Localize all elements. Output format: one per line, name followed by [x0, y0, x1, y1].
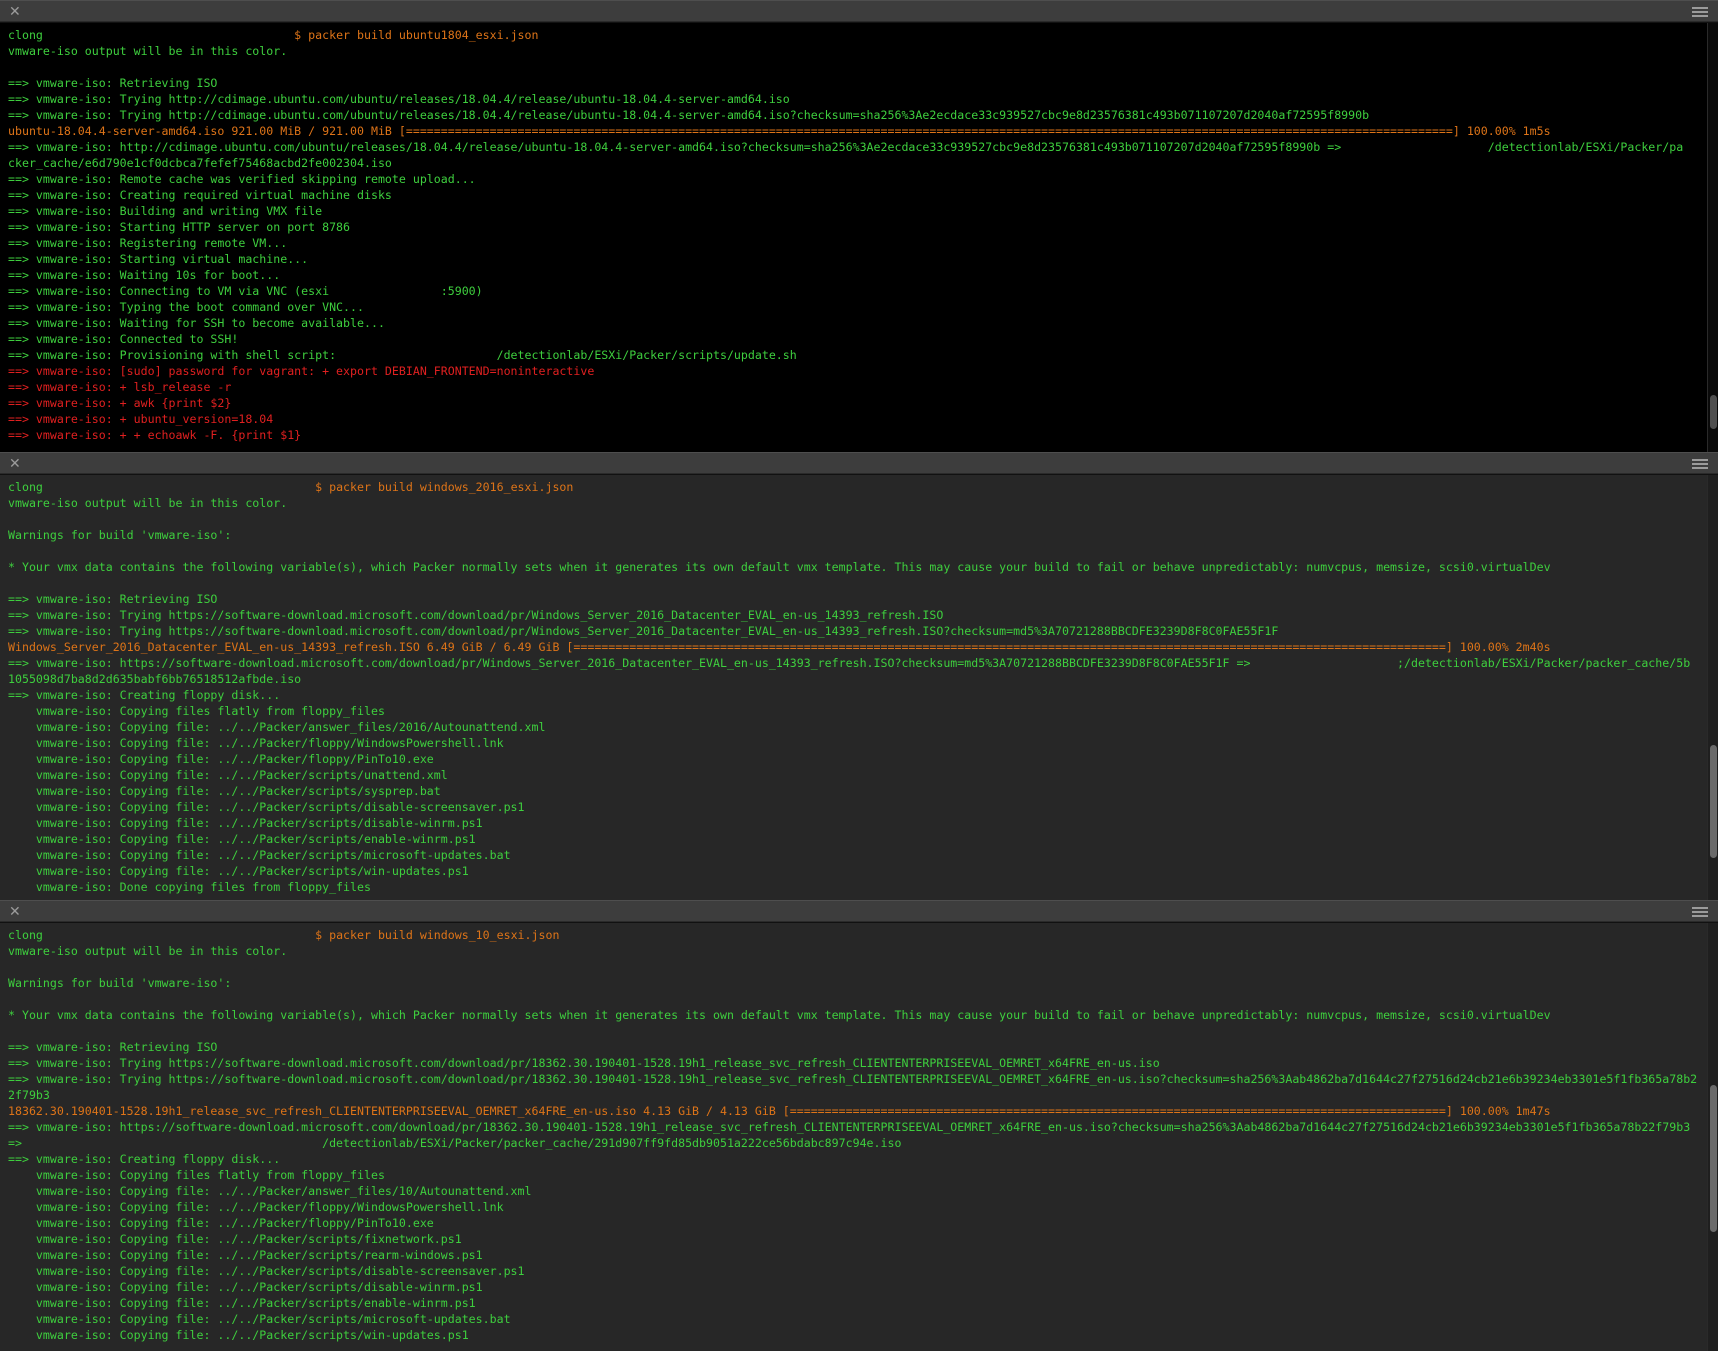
terminal-line: ==> vmware-iso: Trying https://software-… [8, 623, 1707, 639]
terminal-line: ==> vmware-iso: Creating floppy disk... [8, 1151, 1707, 1167]
terminal-line: clong $ packer build windows_10_esxi.jso… [8, 927, 1707, 943]
terminal-pane-windows2016: ✕ clong $ packer build windows_2016_esxi… [0, 452, 1718, 900]
terminal-line: vmware-iso: Copying file: ../../Packer/f… [8, 735, 1707, 751]
terminal-line: ubuntu-18.04.4-server-amd64.iso 921.00 M… [8, 123, 1707, 139]
scrollbar[interactable] [1707, 475, 1718, 900]
hamburger-menu-icon[interactable] [1692, 907, 1708, 917]
terminal-line: ==> vmware-iso: + + echoawk -F. {print $… [8, 427, 1707, 443]
terminal-line: 18362.30.190401-1528.19h1_release_svc_re… [8, 1103, 1707, 1119]
hamburger-menu-icon[interactable] [1692, 7, 1708, 17]
terminal-line [8, 511, 1707, 527]
terminal-line: ==> vmware-iso: Remote cache was verifie… [8, 171, 1707, 187]
terminal-content[interactable]: clong $ packer build ubuntu1804_esxi.jso… [0, 23, 1707, 452]
scrollbar[interactable] [1707, 923, 1718, 1351]
terminal-line: ==> vmware-iso: Retrieving ISO [8, 1039, 1707, 1055]
terminal-line: vmware-iso: Copying files flatly from fl… [8, 703, 1707, 719]
terminal-line: vmware-iso: Copying file: ../../Packer/s… [8, 815, 1707, 831]
terminal-line: ==> vmware-iso: http://cdimage.ubuntu.co… [8, 139, 1707, 155]
terminal-line: vmware-iso output will be in this color. [8, 43, 1707, 59]
terminal-line: 1055098d7ba8d2d635babf6bb76518512afbde.i… [8, 671, 1707, 687]
terminal-line [8, 959, 1707, 975]
terminal-content[interactable]: clong $ packer build windows_10_esxi.jso… [0, 923, 1707, 1351]
terminal-line: ==> vmware-iso: Retrieving ISO [8, 75, 1707, 91]
hamburger-menu-icon[interactable] [1692, 459, 1708, 469]
terminal-line: ==> vmware-iso: Retrieving ISO [8, 591, 1707, 607]
scrollbar[interactable] [1707, 23, 1718, 452]
terminal-line: Warnings for build 'vmware-iso': [8, 527, 1707, 543]
terminal-line: vmware-iso: Copying file: ../../Packer/s… [8, 863, 1707, 879]
terminal-line: 2f79b3 [8, 1087, 1707, 1103]
terminal-line: vmware-iso: Copying file: ../../Packer/s… [8, 783, 1707, 799]
close-icon[interactable]: ✕ [9, 902, 21, 922]
terminal-line: ==> vmware-iso: Registering remote VM... [8, 235, 1707, 251]
terminal-line: ==> vmware-iso: Creating floppy disk... [8, 687, 1707, 703]
terminal-line [8, 59, 1707, 75]
terminal-line: ==> vmware-iso: Connecting to VM via VNC… [8, 283, 1707, 299]
terminal-line: ==> vmware-iso: Trying https://software-… [8, 1055, 1707, 1071]
terminal-line: * Your vmx data contains the following v… [8, 559, 1707, 575]
terminal-line: vmware-iso: Copying file: ../../Packer/s… [8, 1247, 1707, 1263]
scrollbar-thumb[interactable] [1710, 1085, 1717, 1232]
terminal-line: ==> vmware-iso: https://software-downloa… [8, 655, 1707, 671]
terminal-line: vmware-iso: Copying file: ../../Packer/f… [8, 1199, 1707, 1215]
terminal-line: vmware-iso output will be in this color. [8, 495, 1707, 511]
pane-titlebar[interactable]: ✕ [0, 0, 1718, 22]
terminal-line: vmware-iso: Copying file: ../../Packer/s… [8, 1279, 1707, 1295]
pane-titlebar[interactable]: ✕ [0, 452, 1718, 474]
terminal-line [8, 575, 1707, 591]
terminal-line: cker_cache/e6d790e1cf0dcbca7fefef75468ac… [8, 155, 1707, 171]
terminal-line: vmware-iso: Copying file: ../../Packer/s… [8, 1295, 1707, 1311]
terminal-line: ==> vmware-iso: Waiting 10s for boot... [8, 267, 1707, 283]
terminal-line: vmware-iso: Copying file: ../../Packer/s… [8, 799, 1707, 815]
terminal-line: ==> vmware-iso: Provisioning with shell … [8, 347, 1707, 363]
pane-titlebar[interactable]: ✕ [0, 900, 1718, 922]
terminal-content[interactable]: clong $ packer build windows_2016_esxi.j… [0, 475, 1707, 900]
terminal-line: ==> vmware-iso: Connected to SSH! [8, 331, 1707, 347]
terminal-line: clong $ packer build windows_2016_esxi.j… [8, 479, 1707, 495]
terminal-line: ==> vmware-iso: + ubuntu_version=18.04 [8, 411, 1707, 427]
terminal-line: vmware-iso: Copying file: ../../Packer/a… [8, 719, 1707, 735]
terminal-line: ==> vmware-iso: Creating required virtua… [8, 187, 1707, 203]
terminal-line: vmware-iso: Copying file: ../../Packer/f… [8, 1215, 1707, 1231]
terminal-line: vmware-iso: Copying file: ../../Packer/s… [8, 831, 1707, 847]
terminal-line: vmware-iso: Copying file: ../../Packer/s… [8, 1263, 1707, 1279]
terminal-line: ==> vmware-iso: [sudo] password for vagr… [8, 363, 1707, 379]
close-icon[interactable]: ✕ [9, 454, 21, 474]
terminal-line: vmware-iso: Copying file: ../../Packer/s… [8, 767, 1707, 783]
terminal-pane-ubuntu1804: ✕ clong $ packer build ubuntu1804_esxi.j… [0, 0, 1718, 452]
scrollbar-thumb[interactable] [1710, 395, 1717, 429]
terminal-line: Warnings for build 'vmware-iso': [8, 975, 1707, 991]
terminal-line: ==> vmware-iso: Typing the boot command … [8, 299, 1707, 315]
terminal-line: vmware-iso: Copying file: ../../Packer/s… [8, 847, 1707, 863]
terminal-line [8, 991, 1707, 1007]
terminal-line: clong $ packer build ubuntu1804_esxi.jso… [8, 27, 1707, 43]
terminal-line: ==> vmware-iso: Trying http://cdimage.ub… [8, 107, 1707, 123]
terminal-line: ==> vmware-iso: Waiting for SSH to becom… [8, 315, 1707, 331]
terminal-line: ==> vmware-iso: Starting virtual machine… [8, 251, 1707, 267]
terminal-line: vmware-iso: Copying files flatly from fl… [8, 1167, 1707, 1183]
terminal-line [8, 1023, 1707, 1039]
terminal-line: vmware-iso: Copying file: ../../Packer/f… [8, 751, 1707, 767]
terminal-line: * Your vmx data contains the following v… [8, 1007, 1707, 1023]
terminal-line: ==> vmware-iso: Starting HTTP server on … [8, 219, 1707, 235]
terminal-line: Windows_Server_2016_Datacenter_EVAL_en-u… [8, 639, 1707, 655]
scrollbar-thumb[interactable] [1710, 745, 1717, 858]
terminal-line: => /detectionlab/ESXi/Packer/packer_cach… [8, 1135, 1707, 1151]
terminal-line: vmware-iso: Copying file: ../../Packer/s… [8, 1311, 1707, 1327]
terminal-line: ==> vmware-iso: https://software-downloa… [8, 1119, 1707, 1135]
terminal-line: ==> vmware-iso: Building and writing VMX… [8, 203, 1707, 219]
terminal-pane-windows10: ✕ clong $ packer build windows_10_esxi.j… [0, 900, 1718, 1351]
terminal-line: vmware-iso: Copying file: ../../Packer/s… [8, 1231, 1707, 1247]
terminal-line: vmware-iso output will be in this color. [8, 943, 1707, 959]
terminal-line: vmware-iso: Done copying files from flop… [8, 879, 1707, 895]
terminal-line: ==> vmware-iso: + lsb_release -r [8, 379, 1707, 395]
terminal-line: ==> vmware-iso: Trying http://cdimage.ub… [8, 91, 1707, 107]
terminal-line: ==> vmware-iso: + awk {print $2} [8, 395, 1707, 411]
close-icon[interactable]: ✕ [9, 2, 21, 22]
terminal-line: ==> vmware-iso: Trying https://software-… [8, 1071, 1707, 1087]
terminal-line [8, 543, 1707, 559]
terminal-line: vmware-iso: Copying file: ../../Packer/a… [8, 1183, 1707, 1199]
terminal-line: ==> vmware-iso: Trying https://software-… [8, 607, 1707, 623]
terminal-line: vmware-iso: Copying file: ../../Packer/s… [8, 1327, 1707, 1343]
